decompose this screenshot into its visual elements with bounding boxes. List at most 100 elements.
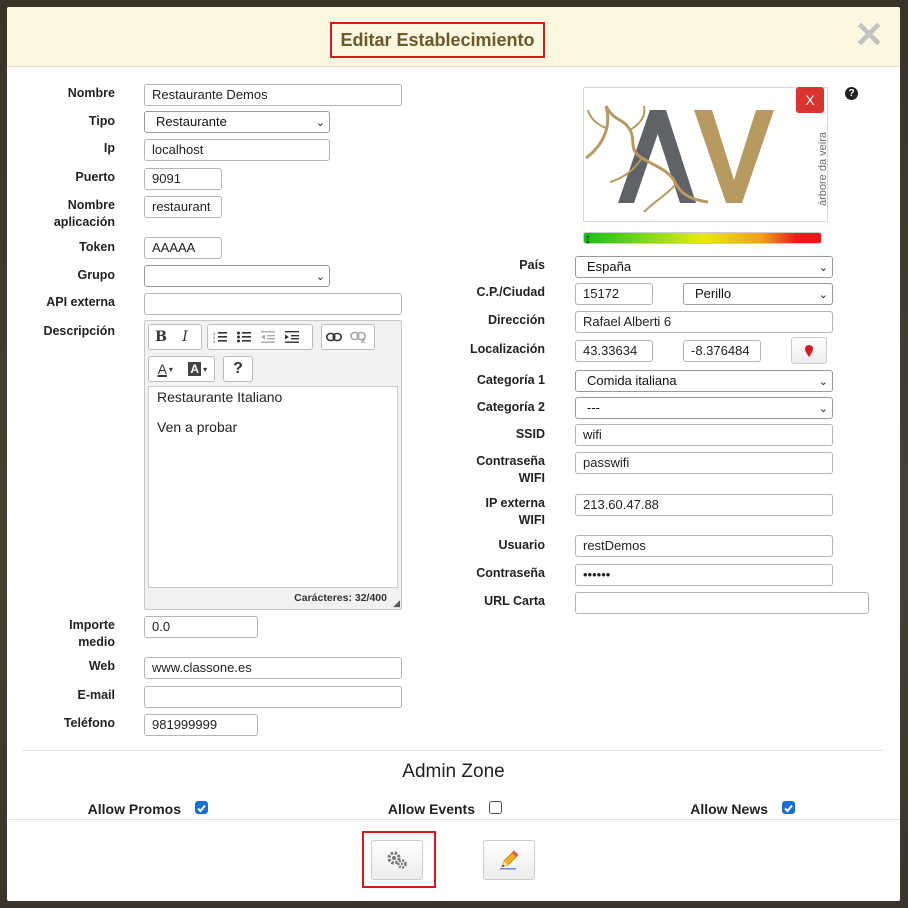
grupo-select[interactable]: ⌄ <box>144 265 330 287</box>
localizacion-label: Localización <box>469 342 545 356</box>
tipo-select[interactable]: Restaurante ⌄ <box>144 111 330 133</box>
contrasena-wifi-label-line2: WIFI <box>518 471 545 485</box>
italic-button[interactable]: I <box>173 325 197 349</box>
latitude-input[interactable]: 43.33634 <box>575 340 653 362</box>
slider-handle-icon[interactable]: ↕ <box>583 229 593 247</box>
ip-externa-label-line1: IP externa <box>485 496 545 510</box>
help-toolbar-group: ? <box>223 356 253 382</box>
url-carta-label: URL Carta <box>484 594 545 608</box>
cp-ciudad-label: C.P./Ciudad <box>476 285 545 299</box>
nombre-app-input[interactable]: restaurant <box>144 196 222 218</box>
api-externa-input[interactable] <box>144 293 402 315</box>
importe-label-line2: medio <box>78 635 115 649</box>
close-icon[interactable]: ✕ <box>854 17 884 53</box>
caret-down-icon: ▾ <box>168 364 173 374</box>
descripcion-label: Descripción <box>43 324 115 338</box>
ciudad-select[interactable]: Perillo ⌄ <box>683 283 833 305</box>
nombre-input[interactable]: Restaurante Demos <box>144 84 402 106</box>
tipo-select-value: Restaurante <box>156 114 227 129</box>
token-input[interactable]: AAAAA <box>144 237 222 259</box>
token-label: Token <box>79 240 115 254</box>
help-icon[interactable]: ? <box>845 87 858 100</box>
description-line: Restaurante Italiano <box>157 389 283 405</box>
chevron-down-icon: ⌄ <box>818 376 828 388</box>
web-label: Web <box>88 659 115 673</box>
ip-externa-label-line2: WIFI <box>518 513 545 527</box>
ip-label: Ip <box>103 141 115 155</box>
link-toolbar-group <box>321 324 375 350</box>
usuario-input[interactable]: restDemos <box>575 535 833 557</box>
allow-news-checkbox[interactable] <box>782 801 795 814</box>
allow-promos-label: Allow Promos <box>87 801 181 817</box>
link-icon[interactable] <box>322 325 346 349</box>
indent-icon[interactable] <box>280 325 304 349</box>
allow-events-checkbox[interactable] <box>489 801 502 814</box>
direccion-input[interactable]: Rafael Alberti 6 <box>575 311 833 333</box>
tipo-label: Tipo <box>88 114 115 128</box>
settings-button[interactable] <box>371 840 423 880</box>
map-pin-button[interactable] <box>791 337 827 364</box>
categoria1-select-value: Comida italiana <box>587 373 677 388</box>
logo-image: árbore da veira <box>585 105 828 213</box>
establishment-logo: árbore da veira <box>583 87 828 222</box>
highlight-glyph: A <box>188 362 202 376</box>
ordered-list-icon[interactable]: 123 <box>208 325 232 349</box>
puerto-input[interactable]: 9091 <box>144 168 222 190</box>
usuario-label: Usuario <box>498 538 545 552</box>
format-toolbar-group: B I <box>148 324 202 350</box>
categoria2-select-value: --- <box>587 400 600 415</box>
admin-zone-title: Admin Zone <box>402 761 505 782</box>
edit-establishment-modal: Editar Establecimiento ✕ Nombre Restaura… <box>7 7 900 901</box>
unordered-list-icon[interactable] <box>232 325 256 349</box>
categoria1-select[interactable]: Comida italiana ⌄ <box>575 370 833 392</box>
font-color-button[interactable]: A ▾ <box>149 357 182 381</box>
grupo-label: Grupo <box>77 268 116 282</box>
contrasena-wifi-label-line1: Contraseña <box>476 454 545 468</box>
modal-title: Editar Establecimiento <box>330 22 545 58</box>
checkmark-icon <box>197 804 206 813</box>
editor-help-button[interactable]: ? <box>224 357 252 381</box>
color-toolbar-group: A ▾ A ▾ <box>148 356 215 382</box>
contrasena-wifi-input[interactable]: passwifi <box>575 452 833 474</box>
email-input[interactable] <box>144 686 402 708</box>
contrasena-input[interactable]: •••••• <box>575 564 833 586</box>
allow-promos-checkbox[interactable] <box>195 801 208 814</box>
map-pin-icon <box>805 344 813 357</box>
remove-logo-button[interactable]: X <box>796 87 824 113</box>
allow-news-label: Allow News <box>690 801 768 817</box>
description-textarea[interactable]: Restaurante Italiano Ven a probar <box>148 386 398 588</box>
ssid-input[interactable]: wifi <box>575 424 833 446</box>
pais-select[interactable]: España ⌄ <box>575 256 833 278</box>
email-label: E-mail <box>77 688 115 702</box>
character-counter: Carácteres: 32/400 <box>294 592 387 604</box>
telefono-label: Teléfono <box>63 716 115 730</box>
puerto-label: Puerto <box>75 170 115 184</box>
bold-button[interactable]: B <box>149 325 173 349</box>
chevron-down-icon: ⌄ <box>315 117 325 129</box>
importe-input[interactable]: 0.0 <box>144 616 258 638</box>
resize-handle-icon[interactable]: ◢ <box>393 598 400 609</box>
description-line: Ven a probar <box>157 419 238 435</box>
ip-externa-input[interactable]: 213.60.47.88 <box>575 494 833 516</box>
ciudad-select-value: Perillo <box>695 286 732 301</box>
chevron-down-icon: ⌄ <box>818 403 828 415</box>
telefono-input[interactable]: 981999999 <box>144 714 258 736</box>
cp-input[interactable]: 15172 <box>575 283 653 305</box>
svg-text:3: 3 <box>213 339 216 343</box>
edit-button[interactable] <box>483 840 535 880</box>
modal-header: Editar Establecimiento ✕ <box>7 7 900 67</box>
chevron-down-icon: ⌄ <box>315 271 325 283</box>
web-input[interactable]: www.classone.es <box>144 657 402 679</box>
longitude-input[interactable]: -8.376484 <box>683 340 761 362</box>
highlight-button[interactable]: A ▾ <box>182 357 215 381</box>
unlink-icon[interactable] <box>346 325 370 349</box>
ip-input[interactable]: localhost <box>144 139 330 161</box>
logo-tagline: árbore da veira <box>817 131 828 206</box>
modal-footer <box>7 819 900 901</box>
categoria2-select[interactable]: --- ⌄ <box>575 397 833 419</box>
outdent-icon[interactable] <box>256 325 280 349</box>
nombre-app-label: Nombre aplicación <box>27 197 115 231</box>
url-carta-input[interactable] <box>575 592 869 614</box>
quality-gradient-bar <box>583 232 822 244</box>
pais-label: País <box>519 258 545 272</box>
